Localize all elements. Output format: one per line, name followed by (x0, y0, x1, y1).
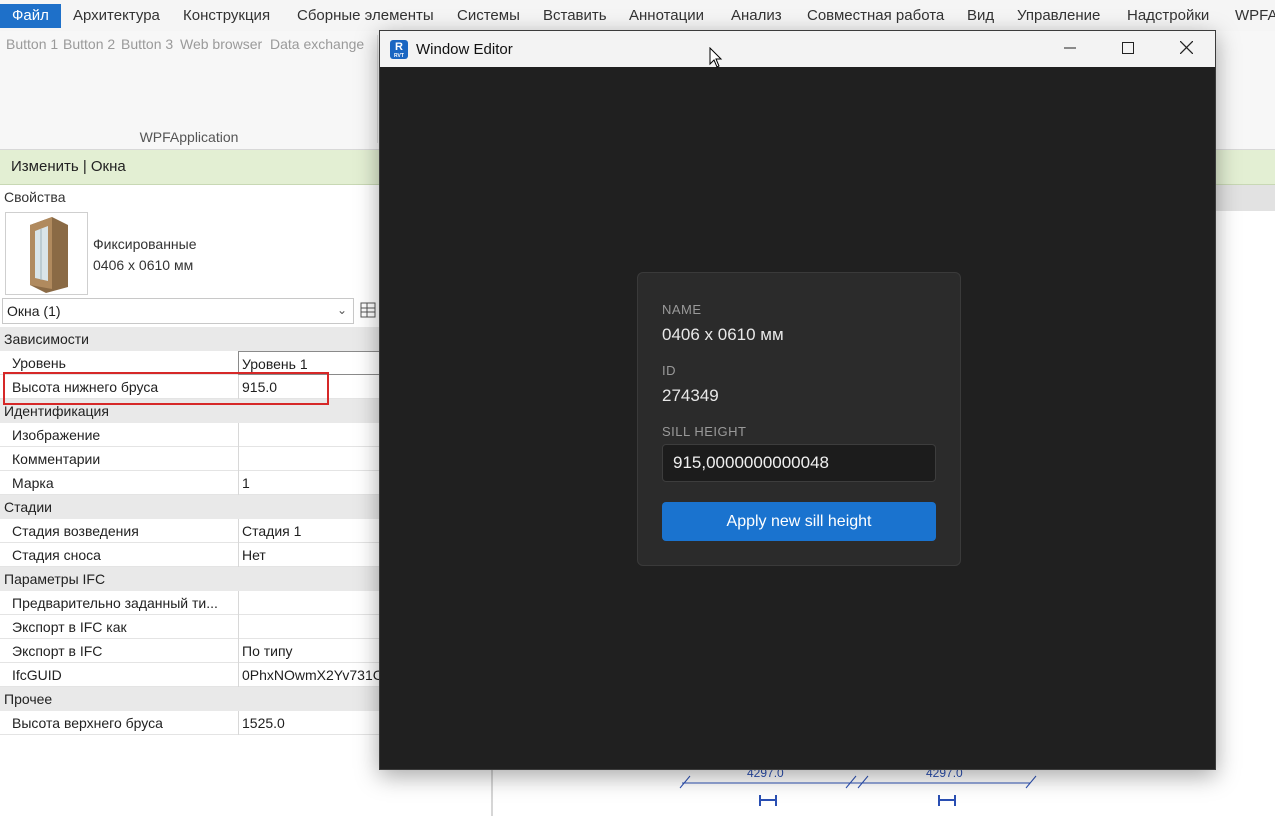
group-label: Стадии (4, 499, 52, 515)
property-value[interactable] (238, 423, 380, 447)
group-label: Параметры IFC (4, 571, 106, 587)
close-button[interactable] (1157, 31, 1215, 65)
type-size-name: 0406 x 0610 мм (93, 257, 194, 273)
property-row-mark[interactable]: Марка 1 (0, 471, 380, 495)
property-row-predefined-type[interactable]: Предварительно заданный ти... (0, 591, 380, 615)
property-row-phase-demolished[interactable]: Стадия сноса Нет (0, 543, 380, 567)
property-row-level[interactable]: Уровень Уровень 1 (0, 351, 380, 375)
property-value[interactable] (238, 447, 380, 471)
tab-manage[interactable]: Управление (1017, 3, 1100, 28)
panel-separator (377, 35, 378, 143)
property-row-export-ifc[interactable]: Экспорт в IFC По типу (0, 639, 380, 663)
maximize-icon (1122, 42, 1134, 54)
properties-title: Свойства (4, 189, 66, 205)
dialog-titlebar[interactable]: R RVT Window Editor (380, 31, 1215, 67)
tab-architecture[interactable]: Архитектура (73, 3, 160, 28)
group-label: Идентификация (4, 403, 109, 419)
property-row-export-ifc-as[interactable]: Экспорт в IFC как (0, 615, 380, 639)
edit-type-icon[interactable] (360, 301, 378, 319)
property-name: Изображение (12, 427, 101, 443)
property-name: Стадия возведения (12, 523, 139, 539)
window-editor-dialog: R RVT Window Editor NAME 0406 x 0610 мм I… (379, 30, 1216, 770)
tab-collaborate[interactable]: Совместная работа (807, 3, 944, 28)
mouse-cursor-icon (709, 47, 723, 68)
property-name: Экспорт в IFC как (12, 619, 127, 635)
property-value[interactable] (238, 615, 380, 639)
button-3[interactable]: Button 3 (121, 36, 173, 52)
group-identity[interactable]: Идентификация (0, 399, 380, 423)
ribbon-tab-bar: Файл Архитектура Конструкция Сборные эле… (0, 0, 1275, 31)
tab-file[interactable]: Файл (0, 4, 61, 28)
tab-insert[interactable]: Вставить (543, 3, 607, 28)
button-2[interactable]: Button 2 (63, 36, 115, 52)
property-value[interactable]: Уровень 1 (238, 351, 380, 375)
type-family-name: Фиксированные (93, 236, 197, 252)
id-label: ID (662, 363, 676, 378)
tab-annotate[interactable]: Аннотации (629, 3, 704, 28)
tab-precast[interactable]: Сборные элементы (297, 3, 434, 28)
property-name: Марка (12, 475, 54, 491)
property-name: Комментарии (12, 451, 101, 467)
property-value[interactable]: По типу (238, 639, 380, 663)
property-value[interactable] (238, 591, 380, 615)
tab-systems[interactable]: Системы (457, 3, 520, 28)
tab-analyze[interactable]: Анализ (731, 3, 782, 28)
name-value: 0406 x 0610 мм (662, 325, 784, 344)
property-value[interactable]: 0PhxNOwmX2Yv731C (238, 663, 380, 687)
name-label: NAME (662, 302, 702, 317)
sill-height-input[interactable] (662, 444, 936, 482)
property-row-head-height[interactable]: Высота верхнего бруса 1525.0 (0, 711, 380, 735)
property-name: Высота нижнего бруса (12, 379, 159, 395)
group-label: Зависимости (4, 331, 89, 347)
tab-structure[interactable]: Конструкция (183, 3, 270, 28)
window-type-thumbnail (5, 212, 88, 295)
web-browser-button[interactable]: Web browser (180, 36, 262, 52)
property-name: Предварительно заданный ти... (12, 595, 218, 611)
property-value[interactable]: Стадия 1 (238, 519, 380, 543)
data-exchange-button[interactable]: Data exchange (270, 36, 364, 52)
tab-wpfapplication[interactable]: WPFA (1235, 3, 1275, 28)
group-label: Прочее (4, 691, 53, 707)
close-icon (1179, 40, 1193, 55)
property-value[interactable]: Нет (238, 543, 380, 567)
instance-filter-value: Окна (1) (7, 303, 61, 319)
group-constraints[interactable]: Зависимости (0, 327, 380, 351)
minimize-icon (1064, 47, 1076, 49)
tab-view[interactable]: Вид (967, 3, 994, 28)
apply-sill-height-button[interactable]: Apply new sill height (662, 502, 936, 541)
property-name: Уровень (12, 355, 66, 371)
maximize-button[interactable] (1099, 31, 1157, 65)
element-info-card: NAME 0406 x 0610 мм ID 274349 SILL HEIGH… (637, 272, 961, 566)
property-row-sill-height[interactable]: Высота нижнего бруса 915.0 (0, 375, 380, 399)
group-other[interactable]: Прочее (0, 687, 380, 711)
ribbon-panel-label: WPFApplication (139, 129, 239, 145)
property-row-ifcguid[interactable]: IfcGUID 0PhxNOwmX2Yv731C (0, 663, 380, 687)
dialog-title: Window Editor (416, 41, 513, 58)
sill-height-label: SILL HEIGHT (662, 424, 747, 439)
property-name: Экспорт в IFC (12, 643, 103, 659)
property-value[interactable]: 1525.0 (238, 711, 380, 735)
group-ifc-parameters[interactable]: Параметры IFC (0, 567, 380, 591)
property-name: Высота верхнего бруса (12, 715, 163, 731)
minimize-button[interactable] (1041, 31, 1099, 65)
property-name: IfcGUID (12, 667, 62, 683)
id-value: 274349 (662, 386, 719, 405)
group-phasing[interactable]: Стадии (0, 495, 380, 519)
property-value[interactable]: 1 (238, 471, 380, 495)
dimension-lines (679, 775, 1037, 806)
context-label: Изменить | Окна (11, 158, 126, 175)
property-name: Стадия сноса (12, 547, 101, 563)
property-value[interactable]: 915.0 (238, 375, 380, 399)
revit-app-icon: R RVT (390, 40, 408, 59)
tab-addins[interactable]: Надстройки (1127, 3, 1209, 28)
property-row-phase-created[interactable]: Стадия возведения Стадия 1 (0, 519, 380, 543)
property-row-comments[interactable]: Комментарии (0, 447, 380, 471)
button-1[interactable]: Button 1 (6, 36, 58, 52)
instance-filter-dropdown[interactable]: Окна (1) ⌄ (2, 298, 354, 324)
properties-palette: Свойства Фиксированные 0406 x 0610 мм Ок… (0, 185, 380, 816)
chevron-down-icon: ⌄ (336, 303, 347, 317)
property-row-image[interactable]: Изображение (0, 423, 380, 447)
